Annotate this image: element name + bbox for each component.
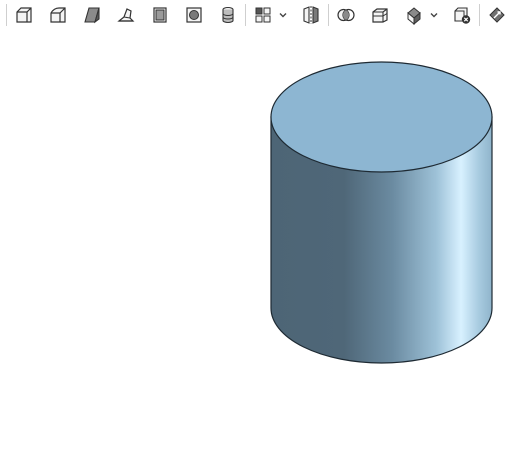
mirror-icon (303, 6, 319, 24)
sweep-button[interactable] (79, 2, 105, 28)
loft-icon (117, 8, 135, 22)
split-button[interactable] (367, 2, 393, 28)
graphics-viewport[interactable] (0, 30, 532, 452)
transform-icon (407, 7, 421, 25)
toolbar-separator (245, 4, 246, 26)
extrude-button[interactable] (11, 2, 37, 28)
cylinder-stack-icon (222, 6, 234, 24)
toolbar-separator (328, 4, 329, 26)
transform-button[interactable] (401, 2, 441, 28)
chevron-down-icon[interactable] (278, 10, 288, 20)
extrude-icon (16, 7, 32, 23)
cad-app (0, 0, 532, 452)
pattern-icon (255, 7, 271, 23)
replace-face-button[interactable] (484, 2, 510, 28)
boolean-button[interactable] (333, 2, 359, 28)
thicken-icon (153, 7, 167, 23)
replace-face-icon (489, 7, 505, 23)
sweep-icon (84, 7, 100, 24)
pattern-button[interactable] (250, 2, 290, 28)
enclose-button[interactable] (181, 2, 207, 28)
toolbar-separator (479, 4, 480, 26)
boolean-icon (337, 8, 355, 22)
feature-toolbar (0, 0, 532, 30)
thicken-button[interactable] (147, 2, 173, 28)
revolve-icon (50, 7, 66, 23)
loft-button[interactable] (113, 2, 139, 28)
delete-part-button[interactable] (449, 2, 475, 28)
mirror-button[interactable] (298, 2, 324, 28)
split-icon (372, 8, 388, 23)
cylinder-top-face[interactable] (270, 61, 493, 173)
toolbar-separator (6, 4, 7, 26)
chevron-down-icon[interactable] (429, 10, 439, 20)
cylinder-model[interactable] (0, 30, 532, 452)
revolve-button[interactable] (45, 2, 71, 28)
cylinder-stack-button[interactable] (215, 2, 241, 28)
enclose-icon (186, 7, 202, 23)
delete-part-icon (454, 7, 471, 24)
